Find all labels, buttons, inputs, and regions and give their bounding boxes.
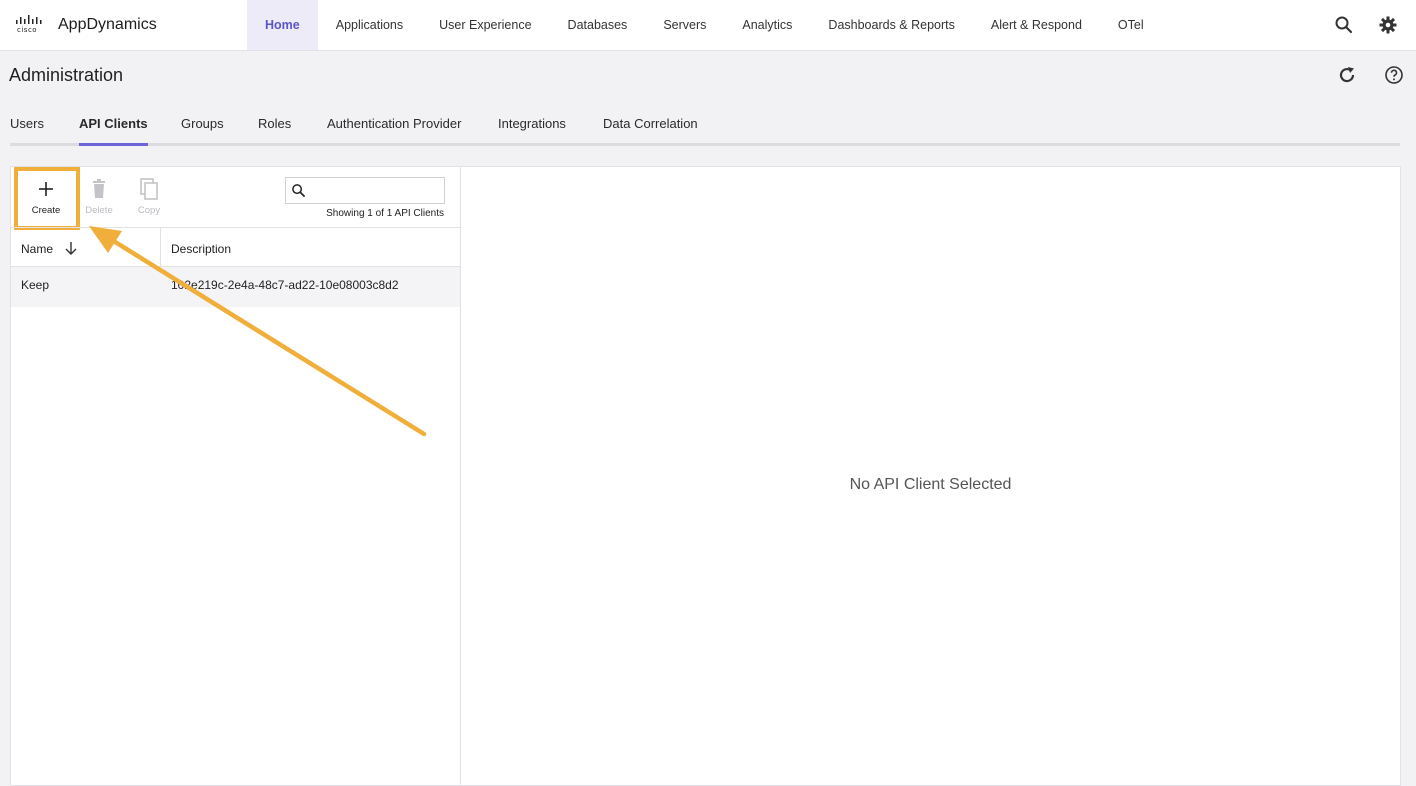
create-button-highlight: [14, 167, 80, 230]
table-row[interactable]: Keep 102e219c-2e4a-48c7-ad22-10e08003c8d…: [11, 267, 461, 307]
nav-item-otel[interactable]: OTel: [1100, 0, 1162, 50]
delete-label: Delete: [85, 205, 113, 216]
results-count: Showing 1 of 1 API Clients: [326, 208, 444, 219]
delete-button[interactable]: Delete: [74, 175, 124, 225]
tab-groups[interactable]: Groups: [181, 116, 224, 146]
copy-button[interactable]: Copy: [124, 175, 174, 225]
tab-authentication-provider[interactable]: Authentication Provider: [327, 116, 461, 146]
copy-icon: [140, 178, 158, 200]
tab-api-clients[interactable]: API Clients: [79, 116, 148, 146]
cell-name: Keep: [21, 278, 50, 292]
table-header: Name Description: [11, 227, 461, 267]
sort-descending-icon[interactable]: [63, 240, 79, 256]
admin-tabs: Users API Clients Groups Roles Authentic…: [10, 107, 1400, 146]
column-header-name[interactable]: Name: [21, 242, 53, 256]
tab-data-correlation[interactable]: Data Correlation: [603, 116, 698, 146]
column-header-description[interactable]: Description: [171, 242, 231, 256]
nav-item-user-experience[interactable]: User Experience: [421, 0, 549, 50]
vendor-word: cisco: [17, 26, 38, 34]
tab-users[interactable]: Users: [10, 116, 44, 146]
copy-label: Copy: [137, 205, 161, 216]
trash-icon: [93, 179, 105, 198]
search-input[interactable]: [310, 181, 440, 200]
tab-integrations[interactable]: Integrations: [498, 116, 566, 146]
search-icon[interactable]: [1334, 15, 1354, 35]
gear-icon[interactable]: [1378, 15, 1398, 35]
api-client-detail-panel: No API Client Selected: [460, 166, 1401, 786]
tab-roles[interactable]: Roles: [258, 116, 291, 146]
empty-state-message: No API Client Selected: [849, 476, 1012, 493]
refresh-icon[interactable]: [1337, 65, 1357, 85]
nav-item-home[interactable]: Home: [247, 0, 318, 50]
column-divider[interactable]: [160, 228, 161, 267]
help-icon[interactable]: [1384, 65, 1404, 85]
nav-item-applications[interactable]: Applications: [318, 0, 421, 50]
search-box: [285, 177, 445, 204]
page-title: Administration: [9, 65, 124, 85]
nav-item-analytics[interactable]: Analytics: [724, 0, 810, 50]
top-nav-bar: cisco AppDynamics Home Applications User…: [0, 0, 1416, 51]
api-clients-list-panel: Create Delete Copy Showing 1 of 1 API Cl…: [10, 166, 461, 786]
nav-item-alert-respond[interactable]: Alert & Respond: [973, 0, 1100, 50]
main-nav: Home Applications User Experience Databa…: [247, 0, 1162, 50]
nav-item-databases[interactable]: Databases: [550, 0, 646, 50]
app-logo[interactable]: cisco AppDynamics: [16, 14, 157, 36]
app-name: AppDynamics: [58, 16, 157, 33]
nav-item-dashboards-reports[interactable]: Dashboards & Reports: [810, 0, 972, 50]
nav-item-servers[interactable]: Servers: [645, 0, 724, 50]
search-icon: [292, 184, 306, 198]
cell-description: 102e219c-2e4a-48c7-ad22-10e08003c8d2: [171, 278, 399, 292]
cisco-logo-icon: cisco: [16, 14, 46, 36]
